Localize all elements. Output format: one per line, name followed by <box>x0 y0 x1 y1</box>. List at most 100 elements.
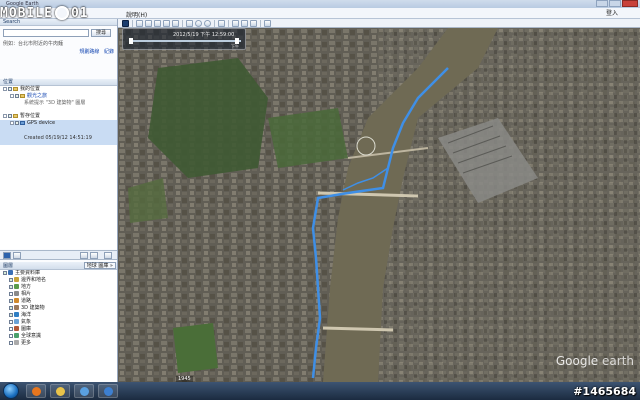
close-button[interactable] <box>622 0 638 7</box>
panel-split-icon[interactable] <box>13 252 21 259</box>
google-earth-logo-earth: earth <box>598 354 634 368</box>
layer-label: 海洋 <box>21 312 32 318</box>
time-slider-start-handle[interactable] <box>129 38 133 44</box>
park-area <box>268 108 348 168</box>
tree-item[interactable]: 我的位置 <box>0 86 117 93</box>
layer-icon <box>14 333 19 338</box>
checkbox-icon[interactable] <box>8 113 12 118</box>
checkbox-icon[interactable] <box>9 340 13 345</box>
checkbox-icon[interactable] <box>9 326 13 331</box>
print-icon[interactable] <box>241 19 248 27</box>
media-icon <box>80 387 89 396</box>
login-button[interactable]: 登入 <box>592 9 632 18</box>
layer-item[interactable]: 邊界和地名 <box>0 277 117 284</box>
search-links: 規劃路線 紀錄 <box>0 47 117 55</box>
record-tour-icon[interactable] <box>172 19 179 27</box>
layer-item[interactable]: 更多 <box>0 340 117 347</box>
taskbar-app-firefox[interactable] <box>26 384 46 398</box>
tree-item-label: 觀光之旅 <box>27 93 48 99</box>
taskbar-app-media[interactable] <box>74 384 94 398</box>
taskbar-app-earth[interactable] <box>98 384 118 398</box>
layer-label: 3D 建築物 <box>21 305 45 311</box>
checkbox-icon[interactable] <box>9 312 13 317</box>
planet-icon[interactable] <box>204 19 211 27</box>
layer-item[interactable]: 全球意識 <box>0 333 117 340</box>
selected-tree-item[interactable]: GPS device Created 05/19/12 14:51:19 <box>0 120 117 145</box>
toolbar-separator <box>260 19 261 27</box>
expander-icon[interactable] <box>3 86 7 91</box>
ruler-icon[interactable] <box>218 19 225 27</box>
checkbox-icon[interactable] <box>8 86 12 91</box>
time-slider-track[interactable] <box>129 40 241 42</box>
view-in-maps-icon[interactable] <box>264 19 271 27</box>
logo-text-left: MOBILE <box>0 5 53 21</box>
layer-item[interactable]: 圖庫 <box>0 326 117 333</box>
expander-icon[interactable] <box>10 93 14 98</box>
maximize-button[interactable] <box>609 0 621 7</box>
layers-panel-header[interactable]: 圖層 地球 圖庫 » <box>0 262 117 270</box>
layer-label: 圖庫 <box>21 326 32 332</box>
placemark-icon[interactable] <box>136 19 143 27</box>
tree-item[interactable]: 暫存位置 <box>0 113 117 120</box>
checkbox-icon[interactable] <box>9 284 13 289</box>
layer-item[interactable]: 3D 建築物 <box>0 305 117 312</box>
layer-list: 主要資料庫 邊界和地名 地方 相片 道路 3D 建築物 海洋 氣象 圖庫 全球意識 更多 <box>0 270 117 347</box>
layer-label: 邊界和地名 <box>21 277 47 283</box>
time-slider[interactable]: 2012/5/19 下午 12:59:00 下午 <box>122 28 246 50</box>
places-panel-header[interactable]: 位置 <box>0 79 117 86</box>
move-down-icon[interactable] <box>90 252 98 259</box>
save-image-icon[interactable] <box>250 19 257 27</box>
folder-icon <box>20 93 25 98</box>
toolbar-separator <box>228 19 229 27</box>
checkbox-icon[interactable] <box>9 319 13 324</box>
expander-icon[interactable] <box>10 120 14 125</box>
overlay-icon[interactable] <box>163 19 170 27</box>
layer-item[interactable]: 地方 <box>0 284 117 291</box>
taskbar-app-explorer[interactable] <box>50 384 70 398</box>
window-controls <box>596 0 638 8</box>
minimize-button[interactable] <box>596 0 608 7</box>
satellite-imagery[interactable] <box>118 28 640 382</box>
logo-text-right: 01 <box>70 5 89 21</box>
email-icon[interactable] <box>232 19 239 27</box>
search-button[interactable]: 搜尋 <box>91 29 111 37</box>
checkbox-icon[interactable] <box>9 298 13 303</box>
tree-item[interactable]: 觀光之旅 <box>0 93 117 100</box>
layer-icon <box>14 277 19 282</box>
search-input[interactable] <box>3 29 89 37</box>
gps-folder-icon <box>20 120 25 125</box>
checkbox-icon[interactable] <box>9 277 13 282</box>
checkbox-icon[interactable] <box>9 305 13 310</box>
add-folder-icon[interactable] <box>104 252 112 259</box>
layer-item[interactable]: 道路 <box>0 298 117 305</box>
earth-gallery-button[interactable]: 地球 圖庫 » <box>83 262 116 269</box>
checkbox-icon[interactable] <box>9 291 13 296</box>
checkbox-icon[interactable] <box>15 93 19 98</box>
layer-icon <box>14 319 19 324</box>
layer-icon <box>14 305 19 310</box>
checkbox-icon[interactable] <box>3 270 7 275</box>
checkbox-icon[interactable] <box>9 333 13 338</box>
layer-item[interactable]: 海洋 <box>0 312 117 319</box>
polygon-icon[interactable] <box>145 19 152 27</box>
move-up-icon[interactable] <box>80 252 88 259</box>
history-clock-icon[interactable] <box>186 19 193 27</box>
watermark-id: #1465684 <box>573 385 636 398</box>
checkbox-icon[interactable] <box>15 120 19 125</box>
panel-toggle-icon[interactable] <box>3 252 11 259</box>
expander-icon[interactable] <box>3 113 7 118</box>
layer-item[interactable]: 氣象 <box>0 319 117 326</box>
directions-link[interactable]: 規劃路線 <box>79 49 99 55</box>
tree-item[interactable]: GPS device <box>0 120 117 127</box>
layer-label: 地方 <box>21 284 32 290</box>
start-button[interactable] <box>3 383 19 399</box>
layer-item[interactable]: 相片 <box>0 291 117 298</box>
history-link[interactable]: 紀錄 <box>104 49 114 55</box>
sunlight-icon[interactable] <box>195 19 202 27</box>
layer-item[interactable]: 主要資料庫 <box>0 270 117 277</box>
tree-item-label: 暫存位置 <box>20 113 41 119</box>
tree-item-label: GPS device <box>27 120 56 126</box>
tree-item[interactable]: 系統提示 "3D 建築物" 圖層 <box>0 100 117 107</box>
earth-map-view[interactable]: 1945 Google earth <box>118 28 640 382</box>
path-icon[interactable] <box>154 19 161 27</box>
